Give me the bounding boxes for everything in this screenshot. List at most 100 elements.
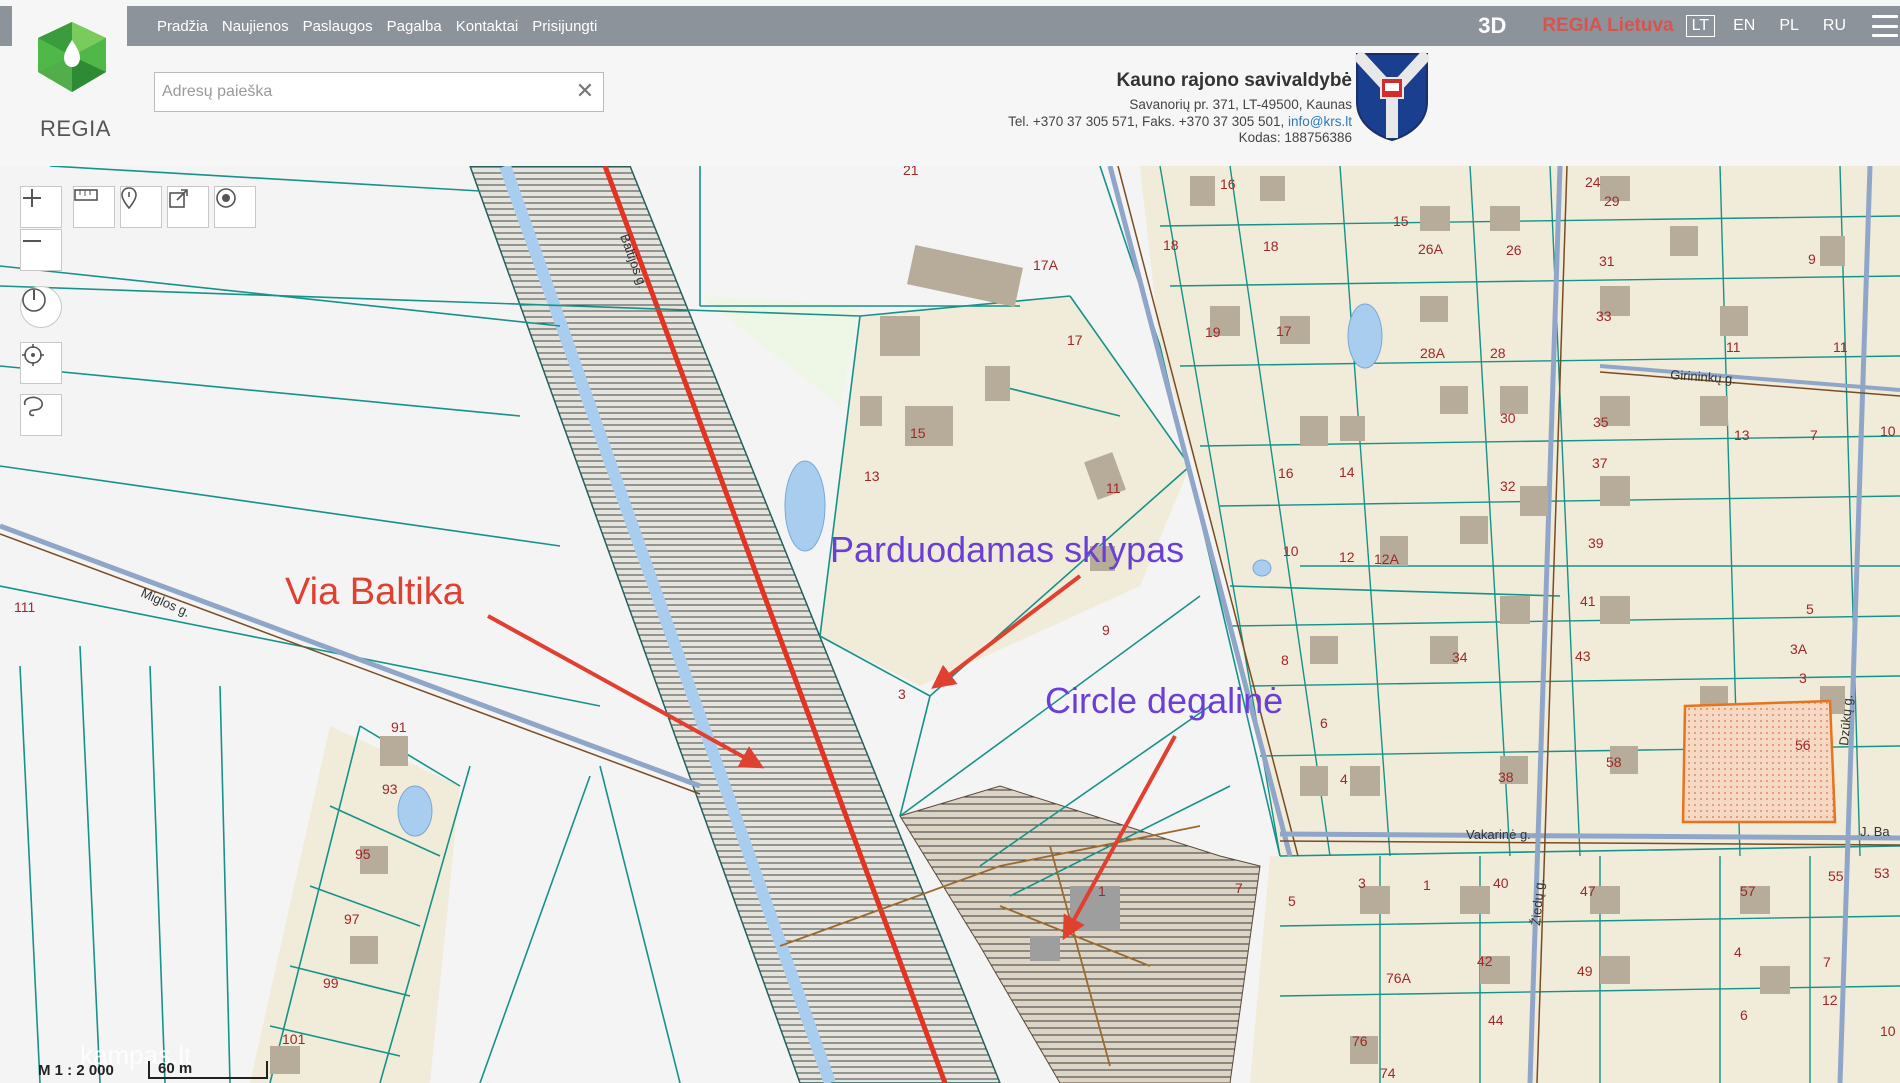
parcel-label: 10 [1880,423,1896,439]
parcel-label: 4 [1734,944,1742,960]
annotation-circle-degaline: Circle degalinė [1045,680,1283,721]
parcel-label: 7 [1235,880,1243,896]
parcel-label: 76 [1352,1033,1368,1049]
municipality-address: Savanorių pr. 371, LT-49500, Kaunas [1129,97,1352,112]
municipality-code: Kodas: 188756386 [1238,130,1352,145]
highlighted-parcel-56[interactable] [1681,699,1837,824]
lang-en[interactable]: EN [1727,15,1761,37]
zoom-in-icon [23,189,41,207]
coat-of-arms-icon [1355,52,1429,142]
marker-button[interactable] [120,186,162,228]
regia-lietuva-link[interactable]: REGIA Lietuva [1542,15,1673,37]
parcel-label: 26 [1506,242,1522,258]
parcel-label: 29 [1604,193,1620,209]
parcel-label: 1 [1098,883,1106,899]
locate-icon [22,344,44,366]
3d-button[interactable]: 3D [1478,13,1506,39]
parcel-label: 13 [864,468,880,484]
parcel-label: 12A [1374,551,1400,567]
radio-icon [216,188,236,208]
annotation-parduodamas-sklypas: Parduodamas sklypas [830,529,1184,570]
parcel-label: 17A [1033,257,1059,273]
zoom-out-icon [23,240,41,242]
share-icon [169,189,188,208]
compass-icon [22,288,46,312]
parcel-label: 49 [1577,963,1593,979]
municipality-info: Kauno rajono savivaldybė Savanorių pr. 3… [1008,70,1352,147]
parcel-label: 74 [1380,1065,1396,1081]
address-search: ✕ [154,72,604,112]
map-view[interactable]: 21 17A 17 15 13 11 9 3 1 7 5 111 91 93 9… [0,166,1900,1083]
parcel-label: 6 [1320,715,1328,731]
rotate-north-button[interactable] [20,286,62,328]
parcel-label: 8 [1281,652,1289,668]
main-nav: Pradžia Naujienos Paslaugos Pagalba Kont… [157,18,597,35]
parcel-label: 6 [1740,1007,1748,1023]
map-canvas[interactable]: 21 17A 17 15 13 11 9 3 1 7 5 111 91 93 9… [0,166,1900,1083]
address-search-input[interactable] [155,73,555,111]
zoom-out-button[interactable] [20,229,62,271]
parcel-label: 12 [1822,992,1838,1008]
parcel-label: 5 [1288,893,1296,909]
parcel-label: 37 [1592,455,1608,471]
nav-item-paslaugos[interactable]: Paslaugos [303,18,373,35]
parcel-label: 16 [1278,465,1294,481]
share-button[interactable] [167,186,209,228]
parcel-label: 31 [1599,253,1615,269]
parcel-label: 7 [1810,427,1818,443]
identify-button[interactable] [214,186,256,228]
top-nav-bar: Pradžia Naujienos Paslaugos Pagalba Kont… [0,6,1900,46]
lang-lt[interactable]: LT [1685,15,1716,37]
parcel-label: 34 [1452,649,1468,665]
parcel-label: 21 [903,166,919,178]
parcel-label: 41 [1580,593,1596,609]
zoom-in-button[interactable] [20,186,62,228]
lasso-select-button[interactable] [20,394,62,436]
parcel-label: 44 [1488,1012,1504,1028]
parcel-label: 58 [1606,754,1622,770]
parcel-label: 42 [1477,953,1493,969]
parcel-label: 9 [1102,622,1110,638]
municipality-contacts: Tel. +370 37 305 571, Faks. +370 37 305 … [1008,114,1352,131]
parcel-label: 55 [1828,868,1844,884]
nav-item-pradzia[interactable]: Pradžia [157,18,208,35]
menu-icon[interactable] [1872,15,1898,37]
parcel-label: 30 [1500,410,1516,426]
parcel-label: 47 [1580,883,1596,899]
lang-ru[interactable]: RU [1817,15,1852,37]
parcel-label: 76A [1386,970,1412,986]
locate-button[interactable] [20,342,62,384]
municipality-email-link[interactable]: info@krs.lt [1288,114,1352,129]
parcel-label: 93 [382,781,398,797]
parcel-label: 1 [1423,877,1431,893]
parcel-label: 28 [1490,345,1506,361]
nav-item-kontaktai[interactable]: Kontaktai [456,18,519,35]
parcel-label: 57 [1740,883,1756,899]
measure-button[interactable] [73,186,115,228]
parcel-label: 3 [1799,670,1807,686]
parcel-label: 35 [1593,414,1609,430]
lasso-icon [23,396,43,417]
parcel-label: 12 [1339,549,1355,565]
nav-item-naujienos[interactable]: Naujienos [222,18,289,35]
clear-search-icon[interactable]: ✕ [573,79,597,103]
parcel-label: 24 [1585,174,1601,190]
street-label-vakarine: Vakarinė g. [1466,827,1531,842]
parcel-label: 99 [323,975,339,991]
parcel-label: 3A [1790,641,1808,657]
parcel-label: 18 [1263,238,1279,254]
parcel-label: 43 [1575,648,1591,664]
lang-pl[interactable]: PL [1773,15,1805,37]
logo-text: REGIA [40,116,111,141]
parcel-label: 10 [1283,543,1299,559]
ruler-icon [74,189,98,201]
nav-item-prisijungti[interactable]: Prisijungti [532,18,597,35]
parcel-label: 91 [391,719,407,735]
regia-logo-icon [38,22,106,92]
scale-bar-label: 60 m [158,1060,193,1077]
nav-item-pagalba[interactable]: Pagalba [387,18,442,35]
parcel-label: 19 [1205,324,1221,340]
parcel-label: 32 [1500,478,1516,494]
parcel-label: 3 [1358,875,1366,891]
parcel-label: 101 [282,1031,306,1047]
